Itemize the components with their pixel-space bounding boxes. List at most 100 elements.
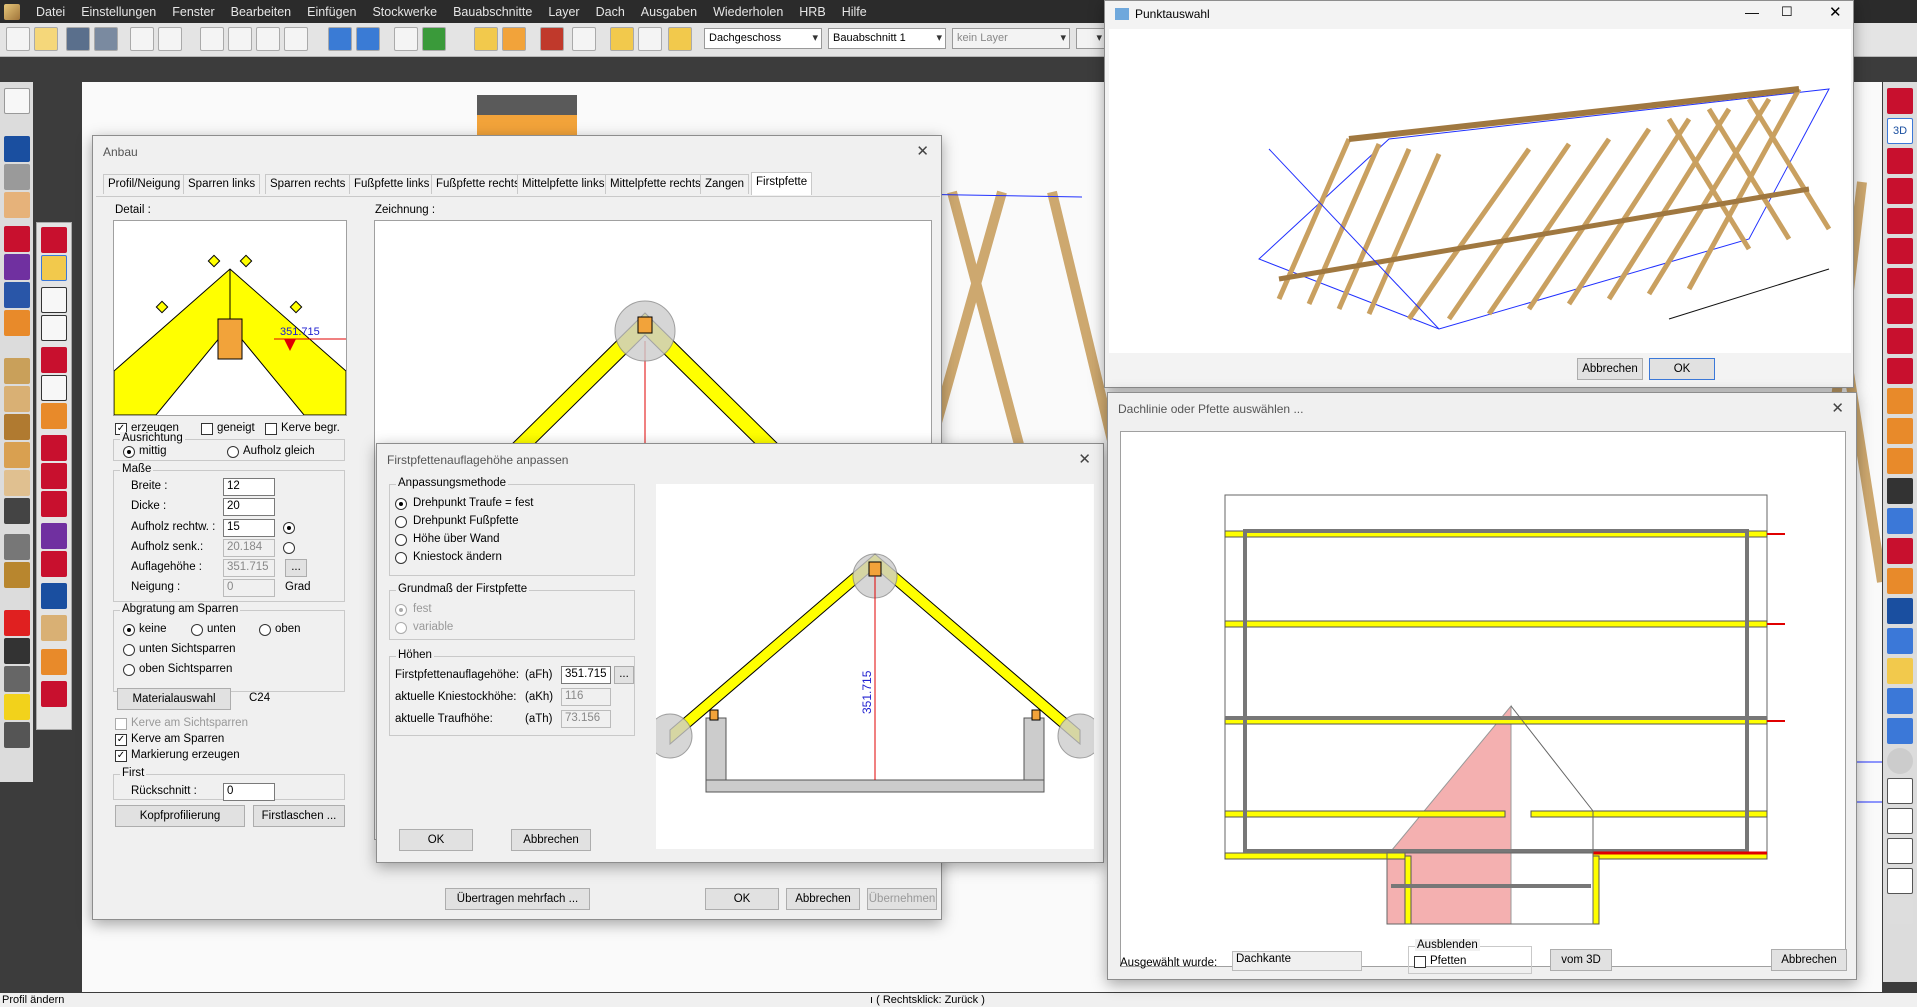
- roof-edit-icon[interactable]: [1887, 238, 1913, 264]
- drehpunkt-fusspfette-radio[interactable]: [395, 516, 407, 528]
- pointer-icon[interactable]: [638, 27, 662, 51]
- menu-bauabschnitte[interactable]: Bauabschnitte: [445, 5, 540, 19]
- close-icon[interactable]: ✕: [1078, 450, 1091, 468]
- roof-profile-icon[interactable]: [41, 227, 67, 253]
- select-frame-icon[interactable]: [474, 27, 498, 51]
- aufholz-rechtw-radio[interactable]: [283, 522, 295, 534]
- menu-ausgaben[interactable]: Ausgaben: [633, 5, 705, 19]
- kerve-sicht-checkbox[interactable]: [115, 718, 127, 730]
- roof-view-icon[interactable]: [1887, 598, 1913, 624]
- roof-style-icon[interactable]: [1887, 208, 1913, 234]
- roof-gable-icon[interactable]: [1887, 298, 1913, 324]
- text-icon[interactable]: [284, 27, 308, 51]
- maximize-icon[interactable]: ☐: [1781, 4, 1793, 20]
- auflagehoehe-input[interactable]: 351.715: [223, 559, 275, 577]
- numbering-icon[interactable]: [4, 694, 30, 720]
- kerve-sparren-checkbox[interactable]: ✓: [115, 734, 127, 746]
- floor-select[interactable]: Dachgeschoss: [704, 28, 822, 49]
- roof-grid-icon[interactable]: [41, 583, 67, 609]
- modify-icon[interactable]: [4, 638, 30, 664]
- rueckschnitt-input[interactable]: 0: [223, 783, 275, 801]
- uebertragen-button[interactable]: Übertragen mehrfach ...: [445, 888, 590, 910]
- slab-icon[interactable]: [4, 164, 30, 190]
- dormer-3d-icon[interactable]: [1887, 148, 1913, 174]
- punkt-abbrechen-button[interactable]: Abbrechen: [1577, 358, 1643, 380]
- zoom-window-icon[interactable]: [256, 27, 280, 51]
- cube-icon[interactable]: [422, 27, 446, 51]
- window-icon[interactable]: [4, 192, 30, 218]
- tab-fusspfette-links[interactable]: Fußpfette links: [349, 174, 435, 194]
- zoom-in-icon[interactable]: [200, 27, 224, 51]
- keine-radio[interactable]: [123, 624, 135, 636]
- tab-profil[interactable]: Profil/Neigung: [103, 174, 186, 194]
- markierung-checkbox[interactable]: ✓: [115, 750, 127, 762]
- zoom-out-icon[interactable]: [228, 27, 252, 51]
- view-2d-icon[interactable]: [1887, 748, 1913, 774]
- roof-select-icon[interactable]: [1887, 628, 1913, 654]
- 3d-view[interactable]: [1109, 29, 1851, 353]
- neigung-input[interactable]: 0: [223, 579, 275, 597]
- roof-copy-icon[interactable]: [1887, 778, 1913, 804]
- roof-window-icon[interactable]: [41, 435, 67, 461]
- fh-input[interactable]: 351.715: [561, 666, 611, 684]
- fest-radio[interactable]: [395, 604, 407, 616]
- layers-icon[interactable]: [668, 27, 692, 51]
- roof-shape-icon[interactable]: [1887, 388, 1913, 414]
- aufholz-radio[interactable]: [227, 446, 239, 458]
- select-area-icon[interactable]: [540, 27, 564, 51]
- dimension-icon[interactable]: [4, 666, 30, 692]
- menu-bearbeiten[interactable]: Bearbeiten: [223, 5, 299, 19]
- minimize-icon[interactable]: —: [1745, 4, 1759, 20]
- hatch-icon[interactable]: [610, 27, 634, 51]
- line-icon[interactable]: [4, 534, 30, 560]
- firstlaschen-button[interactable]: Firstlaschen ...: [253, 805, 345, 827]
- th-input[interactable]: 73.156: [561, 710, 611, 728]
- house-3d-icon[interactable]: [1887, 178, 1913, 204]
- pfetten-checkbox[interactable]: [1414, 956, 1426, 968]
- roof-measure-icon[interactable]: [1887, 688, 1913, 714]
- print-preview-icon[interactable]: [158, 27, 182, 51]
- print-icon[interactable]: [130, 27, 154, 51]
- aufholz-senk-input[interactable]: 20.184: [223, 539, 275, 557]
- unten-radio[interactable]: [191, 624, 203, 636]
- geneigt-checkbox[interactable]: [201, 423, 213, 435]
- menu-stockwerke[interactable]: Stockwerke: [364, 5, 445, 19]
- menu-layer[interactable]: Layer: [540, 5, 587, 19]
- purlin-icon[interactable]: [41, 287, 67, 313]
- menu-wiederholen[interactable]: Wiederholen: [705, 5, 791, 19]
- roof-line-icon[interactable]: [1887, 478, 1913, 504]
- punkt-ok-button[interactable]: OK: [1649, 358, 1715, 380]
- kniestock-radio[interactable]: [395, 552, 407, 564]
- menu-einfuegen[interactable]: Einfügen: [299, 5, 364, 19]
- tab-zangen[interactable]: Zangen: [700, 174, 750, 194]
- roof-element-icon[interactable]: [1887, 328, 1913, 354]
- menu-dach[interactable]: Dach: [588, 5, 633, 19]
- roof-tool-icon[interactable]: [1887, 268, 1913, 294]
- tab-sparren-rechts[interactable]: Sparren rechts: [265, 174, 351, 194]
- roof-edge-icon[interactable]: [41, 615, 67, 641]
- open-folder-icon[interactable]: [34, 27, 58, 51]
- roof-lath-icon[interactable]: [1887, 418, 1913, 444]
- tab-mittelpfette-rechts[interactable]: Mittelpfette rechts: [605, 174, 706, 194]
- wall-icon[interactable]: [4, 136, 30, 162]
- unten-sichtsparren-radio[interactable]: [123, 644, 135, 656]
- roof-arrow-icon[interactable]: [1887, 868, 1913, 894]
- rafter-icon[interactable]: [41, 315, 67, 341]
- menu-einstellungen[interactable]: Einstellungen: [73, 5, 164, 19]
- stair-icon[interactable]: [4, 386, 30, 412]
- pointer-icon[interactable]: [4, 88, 30, 114]
- beam-icon[interactable]: [4, 358, 30, 384]
- fh-button[interactable]: ...: [614, 666, 634, 684]
- select-line-icon[interactable]: [502, 27, 526, 51]
- tab-mittelpfette-links[interactable]: Mittelpfette links: [517, 174, 610, 194]
- roof-tile-icon[interactable]: [41, 681, 67, 707]
- roof-join-icon[interactable]: [41, 523, 67, 549]
- roof-refresh-icon[interactable]: [1887, 898, 1913, 924]
- room-icon[interactable]: [4, 254, 30, 280]
- hatch-icon[interactable]: [4, 722, 30, 748]
- aufholz-rechtw-input[interactable]: 15: [223, 519, 275, 537]
- breite-input[interactable]: 12: [223, 478, 275, 496]
- close-icon[interactable]: ✕: [1829, 3, 1842, 21]
- section-select[interactable]: Bauabschnitt 1: [828, 28, 946, 49]
- undo-icon[interactable]: [328, 27, 352, 51]
